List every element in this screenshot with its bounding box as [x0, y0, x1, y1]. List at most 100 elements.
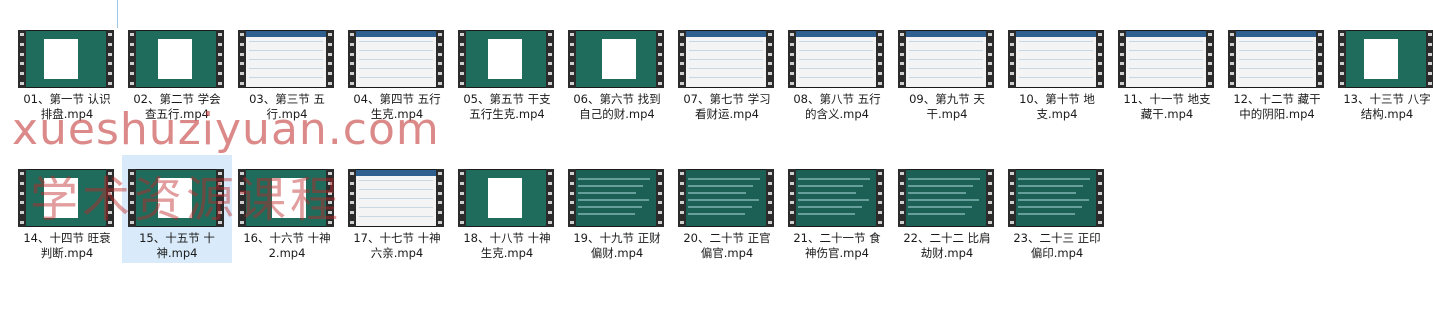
film-strip-right-icon [1426, 30, 1433, 88]
file-name-label: 15、十五节 十 神.mp4 [139, 231, 215, 260]
film-strip-right-icon [546, 169, 554, 227]
video-thumbnail[interactable] [128, 169, 224, 227]
video-file-tile[interactable]: 13、十三节 八字 结构.mp4 [1332, 0, 1433, 121]
file-name-label: 07、第七节 学习 看财运.mp4 [683, 92, 771, 121]
video-thumbnail[interactable] [678, 30, 774, 88]
film-strip-left-icon [1228, 30, 1236, 88]
video-file-tile[interactable]: 09、第九节 天 干.mp4 [892, 0, 1002, 121]
video-thumbnail[interactable] [458, 169, 554, 227]
film-strip-right-icon [326, 169, 334, 227]
video-frame-preview [246, 30, 326, 88]
file-name-label: 21、二十一节 食 神伤官.mp4 [793, 231, 881, 260]
file-name-label: 09、第九节 天 干.mp4 [909, 92, 985, 121]
film-strip-right-icon [986, 169, 994, 227]
video-thumbnail[interactable] [238, 30, 334, 88]
video-thumbnail[interactable] [898, 169, 994, 227]
video-file-tile[interactable]: 19、十九节 正财 偏财.mp4 [562, 155, 672, 263]
film-strip-left-icon [1338, 30, 1346, 88]
video-file-tile[interactable]: 15、十五节 十 神.mp4 [122, 155, 232, 263]
video-thumbnail[interactable] [1228, 30, 1324, 88]
video-file-tile[interactable]: 18、十八节 十神 生克.mp4 [452, 155, 562, 263]
video-file-tile[interactable]: 12、十二节 藏干 中的阴阳.mp4 [1222, 0, 1332, 121]
film-strip-left-icon [18, 30, 26, 88]
video-frame-preview [796, 169, 876, 227]
video-file-tile[interactable]: 10、第十节 地 支.mp4 [1002, 0, 1112, 121]
file-name-label: 03、第三节 五 行.mp4 [249, 92, 325, 121]
video-thumbnail[interactable] [458, 30, 554, 88]
film-strip-right-icon [106, 30, 114, 88]
video-thumbnail[interactable] [348, 30, 444, 88]
video-thumbnail[interactable] [1008, 169, 1104, 227]
video-thumbnail[interactable] [1338, 30, 1433, 88]
video-frame-preview [246, 169, 326, 227]
film-strip-left-icon [238, 30, 246, 88]
film-strip-right-icon [216, 30, 224, 88]
video-thumbnail[interactable] [788, 30, 884, 88]
video-thumbnail[interactable] [1118, 30, 1214, 88]
video-file-tile[interactable]: 21、二十一节 食 神伤官.mp4 [782, 155, 892, 263]
film-strip-left-icon [1118, 30, 1126, 88]
video-thumbnail[interactable] [898, 30, 994, 88]
video-file-tile[interactable]: 07、第七节 学习 看财运.mp4 [672, 0, 782, 121]
video-frame-preview [1016, 30, 1096, 88]
video-file-tile[interactable]: 08、第八节 五行 的含义.mp4 [782, 0, 892, 121]
video-thumbnail[interactable] [18, 30, 114, 88]
film-strip-right-icon [1316, 30, 1324, 88]
film-strip-right-icon [876, 30, 884, 88]
video-file-tile[interactable]: 20、二十节 正官 偏官.mp4 [672, 155, 782, 263]
video-file-tile[interactable]: 06、第六节 找到 自己的财.mp4 [562, 0, 672, 121]
file-name-label: 08、第八节 五行 的含义.mp4 [793, 92, 881, 121]
file-name-label: 19、十九节 正财 偏财.mp4 [573, 231, 661, 260]
video-frame-preview [686, 169, 766, 227]
video-file-tile[interactable]: 17、十七节 十神 六亲.mp4 [342, 155, 452, 263]
file-name-label: 17、十七节 十神 六亲.mp4 [353, 231, 441, 260]
file-name-label: 22、二十二 比肩 劫财.mp4 [903, 231, 991, 260]
film-strip-right-icon [546, 30, 554, 88]
video-thumbnail[interactable] [18, 169, 114, 227]
file-name-label: 12、十二节 藏干 中的阴阳.mp4 [1233, 92, 1321, 121]
video-frame-preview [466, 30, 546, 88]
video-file-tile[interactable]: 02、第二节 学会 查五行.mp4 [122, 0, 232, 121]
video-file-tile[interactable]: 05、第五节 干支 五行生克.mp4 [452, 0, 562, 121]
video-thumbnail[interactable] [238, 169, 334, 227]
film-strip-right-icon [1206, 30, 1214, 88]
film-strip-right-icon [876, 169, 884, 227]
film-strip-left-icon [788, 30, 796, 88]
video-thumbnail[interactable] [568, 30, 664, 88]
video-frame-preview [466, 169, 546, 227]
film-strip-right-icon [436, 169, 444, 227]
video-thumbnail[interactable] [128, 30, 224, 88]
video-file-tile[interactable]: 22、二十二 比肩 劫财.mp4 [892, 155, 1002, 263]
video-file-tile[interactable]: 16、十六节 十神 2.mp4 [232, 155, 342, 263]
video-frame-preview [686, 30, 766, 88]
video-thumbnail[interactable] [788, 169, 884, 227]
file-name-label: 13、十三节 八字 结构.mp4 [1343, 92, 1431, 121]
video-thumbnail[interactable] [568, 169, 664, 227]
file-name-label: 06、第六节 找到 自己的财.mp4 [573, 92, 661, 121]
file-name-label: 05、第五节 干支 五行生克.mp4 [463, 92, 551, 121]
file-row-1: 01、第一节 认识 排盘.mp4 02、第二节 学会 查五行.mp4 03、第三节 … [12, 0, 1433, 121]
video-file-tile[interactable]: 14、十四节 旺衰 判断.mp4 [12, 155, 122, 263]
video-frame-preview [356, 30, 436, 88]
video-thumbnail[interactable] [348, 169, 444, 227]
film-strip-right-icon [436, 30, 444, 88]
file-name-label: 18、十八节 十神 生克.mp4 [463, 231, 551, 260]
film-strip-right-icon [106, 169, 114, 227]
file-name-label: 23、二十三 正印 偏印.mp4 [1013, 231, 1101, 260]
video-file-tile[interactable]: 01、第一节 认识 排盘.mp4 [12, 0, 122, 121]
film-strip-left-icon [18, 169, 26, 227]
film-strip-left-icon [348, 30, 356, 88]
video-file-tile[interactable]: 03、第三节 五 行.mp4 [232, 0, 342, 121]
video-file-tile[interactable]: 04、第四节 五行 生克.mp4 [342, 0, 452, 121]
video-file-tile[interactable]: 11、十一节 地支 藏干.mp4 [1112, 0, 1222, 121]
video-frame-preview [136, 169, 216, 227]
film-strip-left-icon [458, 30, 466, 88]
film-strip-left-icon [1008, 30, 1016, 88]
video-thumbnail[interactable] [1008, 30, 1104, 88]
film-strip-left-icon [128, 30, 136, 88]
video-file-tile[interactable]: 23、二十三 正印 偏印.mp4 [1002, 155, 1112, 263]
video-frame-preview [26, 30, 106, 88]
film-strip-left-icon [788, 169, 796, 227]
video-thumbnail[interactable] [678, 169, 774, 227]
film-strip-left-icon [898, 30, 906, 88]
